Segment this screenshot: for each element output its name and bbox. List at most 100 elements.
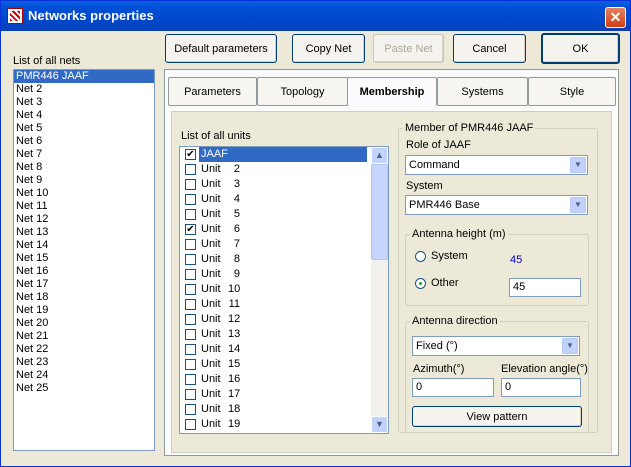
net-list-item[interactable]: Net 19 xyxy=(14,304,154,317)
unit-checkbox[interactable] xyxy=(185,239,196,250)
net-list-item[interactable]: Net 14 xyxy=(14,239,154,252)
net-list-item[interactable]: Net 21 xyxy=(14,330,154,343)
copy-net-button[interactable]: Copy Net xyxy=(292,34,365,63)
net-list-item[interactable]: Net 22 xyxy=(14,343,154,356)
close-button[interactable]: ✕ xyxy=(605,7,626,28)
role-select[interactable]: Command ▼ xyxy=(405,155,588,175)
nets-list[interactable]: PMR446 JAAF Net 2 Net 3 Net 4 Net 5 Net 6 Net … xyxy=(13,69,155,451)
unit-list-item[interactable]: Unit 18 xyxy=(180,402,388,417)
unit-checkbox[interactable] xyxy=(185,299,196,310)
unit-list-item[interactable]: Unit 4 xyxy=(180,192,388,207)
tab-membership[interactable]: Membership xyxy=(347,77,437,106)
net-list-item[interactable]: Net 3 xyxy=(14,96,154,109)
unit-checkbox[interactable] xyxy=(185,404,196,415)
unit-checkbox[interactable] xyxy=(185,254,196,265)
chevron-down-icon[interactable]: ▼ xyxy=(562,338,578,354)
unit-list-item[interactable]: ✔ Unit 6 xyxy=(180,222,388,237)
unit-number: 17 xyxy=(228,388,241,400)
scroll-down-icon[interactable]: ▼ xyxy=(371,416,388,433)
unit-list-item[interactable]: Unit 10 xyxy=(180,282,388,297)
tab-parameters[interactable]: Parameters xyxy=(168,77,257,106)
height-system-radio[interactable] xyxy=(415,251,426,262)
unit-checkbox[interactable] xyxy=(185,419,196,430)
unit-checkbox[interactable] xyxy=(185,194,196,205)
unit-name: Unit xyxy=(201,208,221,220)
net-list-item[interactable]: PMR446 JAAF xyxy=(14,70,154,83)
net-list-item[interactable]: Net 23 xyxy=(14,356,154,369)
net-list-item[interactable]: Net 7 xyxy=(14,148,154,161)
unit-checkbox[interactable] xyxy=(185,389,196,400)
unit-list-item[interactable]: Unit 7 xyxy=(180,237,388,252)
net-list-item[interactable]: Net 8 xyxy=(14,161,154,174)
net-list-item[interactable]: Net 18 xyxy=(14,291,154,304)
unit-checkbox[interactable] xyxy=(185,209,196,220)
system-select[interactable]: PMR446 Base ▼ xyxy=(405,195,588,215)
unit-checkbox[interactable] xyxy=(185,314,196,325)
elevation-input[interactable]: 0 xyxy=(501,378,581,397)
net-list-item[interactable]: Net 5 xyxy=(14,122,154,135)
scroll-thumb[interactable] xyxy=(371,164,388,260)
units-list[interactable]: ✔ JAAF Unit 2 Unit 3 Unit 4 Unit 5 ✔ Unit 6 Unit 7 Unit… xyxy=(179,146,389,434)
net-list-item[interactable]: Net 6 xyxy=(14,135,154,148)
net-list-item[interactable]: Net 16 xyxy=(14,265,154,278)
net-list-item[interactable]: Net 13 xyxy=(14,226,154,239)
unit-checkbox[interactable] xyxy=(185,164,196,175)
height-other-radio[interactable] xyxy=(415,278,426,289)
unit-list-item[interactable]: Unit 5 xyxy=(180,207,388,222)
unit-list-item[interactable]: Unit 11 xyxy=(180,297,388,312)
unit-list-item[interactable]: Unit 19 xyxy=(180,417,388,432)
tab-topology[interactable]: Topology xyxy=(257,77,348,106)
unit-checkbox[interactable] xyxy=(185,269,196,280)
net-list-item[interactable]: Net 12 xyxy=(14,213,154,226)
title-bar[interactable]: Networks properties ✕ xyxy=(1,1,630,31)
net-list-item[interactable]: Net 10 xyxy=(14,187,154,200)
unit-checkbox[interactable]: ✔ xyxy=(185,224,196,235)
tab-systems[interactable]: Systems xyxy=(437,77,528,106)
net-list-item[interactable]: Net 15 xyxy=(14,252,154,265)
unit-list-item[interactable]: Unit 17 xyxy=(180,387,388,402)
net-list-item[interactable]: Net 4 xyxy=(14,109,154,122)
tab-style[interactable]: Style xyxy=(528,77,616,106)
azimuth-input[interactable]: 0 xyxy=(412,378,494,397)
net-list-item[interactable]: Net 24 xyxy=(14,369,154,382)
height-other-input[interactable]: 45 xyxy=(509,278,581,297)
net-list-item[interactable]: Net 2 xyxy=(14,83,154,96)
unit-list-item[interactable]: Unit 8 xyxy=(180,252,388,267)
paste-net-button[interactable]: Paste Net xyxy=(373,34,444,63)
ok-button[interactable]: OK xyxy=(541,33,620,64)
unit-checkbox[interactable]: ✔ xyxy=(185,149,196,160)
unit-list-item[interactable]: Unit 9 xyxy=(180,267,388,282)
unit-list-item[interactable]: Unit 16 xyxy=(180,372,388,387)
unit-number: 5 xyxy=(233,208,240,220)
direction-mode-select[interactable]: Fixed (°) ▼ xyxy=(412,336,580,356)
unit-number: 4 xyxy=(233,193,240,205)
net-list-item[interactable]: Net 17 xyxy=(14,278,154,291)
net-list-item[interactable]: Net 20 xyxy=(14,317,154,330)
unit-number: 15 xyxy=(228,358,241,370)
unit-list-item[interactable]: ✔ JAAF xyxy=(180,147,388,162)
net-list-item[interactable]: Net 11 xyxy=(14,200,154,213)
unit-list-item[interactable]: Unit 12 xyxy=(180,312,388,327)
units-scrollbar[interactable]: ▲ ▼ xyxy=(371,147,388,433)
unit-checkbox[interactable] xyxy=(185,329,196,340)
chevron-down-icon[interactable]: ▼ xyxy=(570,157,586,173)
unit-number: 16 xyxy=(228,373,241,385)
net-list-item[interactable]: Net 25 xyxy=(14,382,154,395)
unit-checkbox[interactable] xyxy=(185,359,196,370)
unit-list-item[interactable]: Unit 14 xyxy=(180,342,388,357)
unit-checkbox[interactable] xyxy=(185,344,196,355)
unit-list-item[interactable]: Unit 2 xyxy=(180,162,388,177)
default-parameters-button[interactable]: Default parameters xyxy=(165,34,277,63)
unit-list-item[interactable]: Unit 3 xyxy=(180,177,388,192)
unit-list-item[interactable]: Unit 15 xyxy=(180,357,388,372)
unit-checkbox[interactable] xyxy=(185,374,196,385)
scroll-up-icon[interactable]: ▲ xyxy=(371,147,388,164)
unit-checkbox[interactable] xyxy=(185,284,196,295)
cancel-button[interactable]: Cancel xyxy=(453,34,526,63)
net-list-item[interactable]: Net 9 xyxy=(14,174,154,187)
unit-list-item[interactable]: Unit 13 xyxy=(180,327,388,342)
chevron-down-icon[interactable]: ▼ xyxy=(570,197,586,213)
unit-checkbox[interactable] xyxy=(185,179,196,190)
view-pattern-button[interactable]: View pattern xyxy=(412,406,582,427)
units-list-label: List of all units xyxy=(181,130,251,142)
